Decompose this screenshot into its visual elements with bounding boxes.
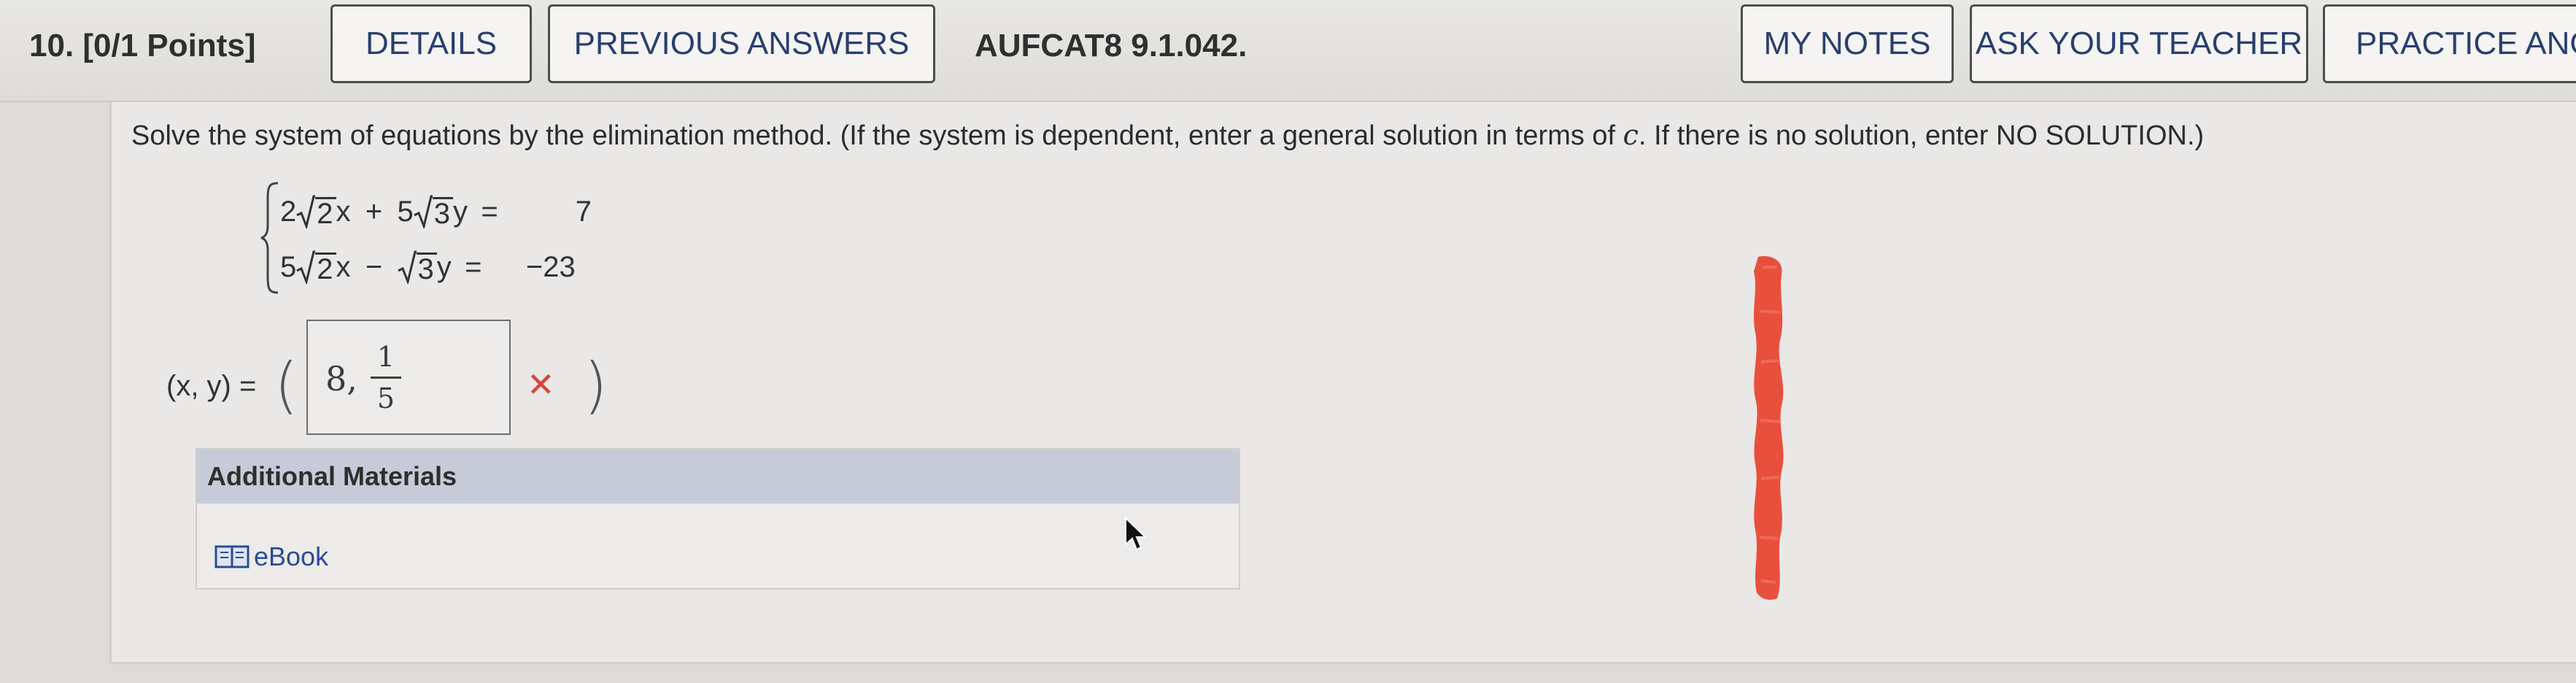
my-notes-button[interactable]: MY NOTES [1741,4,1954,83]
system-brace-icon [260,182,279,294]
eq1-radicand-y: 3 [432,197,453,228]
ask-your-teacher-button[interactable]: ASK YOUR TEACHER [1970,4,2308,83]
question-number: 10. [0/1 Points] [29,28,256,63]
eq2-term-x: 5 2 x [280,250,351,284]
radical-sign-icon [397,250,417,284]
answer-paren-left: ( [274,350,298,421]
radical-sign-icon [296,250,316,284]
eq1-operator: + [365,195,383,228]
ebook-link[interactable]: eBook [214,540,328,574]
eq1-coef-y: 5 [397,195,414,228]
equation-2: 5 2 x − 3 y = −23 [280,244,576,290]
eq2-operator: − [365,250,383,283]
ebook-label: eBook [254,541,329,571]
eq2-coef-x: 5 [280,250,297,283]
question-instructions: Solve the system of equations by the eli… [131,119,2204,152]
eq1-radicand-x: 2 [315,197,336,228]
red-scribble-mark [1754,256,1784,600]
eq1-equals: = [481,195,498,228]
previous-answers-button[interactable]: PREVIOUS ANSWERS [548,4,935,83]
answer-paren-right: ) [584,350,608,421]
eq2-radicand-x: 2 [315,252,336,284]
eq2-radical-y: 3 [397,250,437,284]
answer-fraction: 1 5 [371,340,401,415]
answer-fraction-denominator: 5 [376,382,395,414]
eq1-radical-y: 3 [414,195,453,228]
eq2-radicand-y: 3 [416,252,437,284]
eq1-rhs: 7 [575,195,592,228]
answer-fraction-numerator: 1 [376,341,395,373]
answer-input[interactable]: 8, 1 5 [306,320,511,435]
eq1-term-x: 2 2 x [280,195,351,228]
practice-another-button[interactable]: PRACTICE ANOTH [2323,4,2576,83]
radical-sign-icon [414,195,433,228]
incorrect-x-icon: ✕ [527,366,555,404]
eq2-radical-x: 2 [296,250,336,284]
instructions-text-1: Solve the system of equations by the eli… [131,120,1623,151]
answer-label: (x, y) = [166,369,257,402]
eq2-term-y: 3 y [397,250,452,284]
mouse-cursor-icon [1125,517,1148,551]
problem-code: AUFCAT8 9.1.042. [975,28,1248,63]
additional-materials-heading: Additional Materials [197,449,1239,503]
eq1-var-y: y [453,195,468,228]
equation-1: 2 2 x + 5 3 y = 7 [280,188,592,235]
question-header: 10. [0/1 Points] DETAILS PREVIOUS ANSWER… [0,0,2576,102]
eq1-term-y: 5 3 y [398,195,468,228]
eq2-equals: = [465,250,482,283]
eq2-var-y: y [436,250,452,283]
eq2-var-x: x [336,250,351,283]
additional-materials-panel: Additional Materials eBook [196,448,1240,590]
details-button[interactable]: DETAILS [330,4,532,83]
instructions-text-2: . If there is no solution, enter NO SOLU… [1638,120,2205,151]
fraction-bar [371,377,401,379]
eq1-coef-x: 2 [280,195,297,228]
eq1-radical-x: 2 [296,195,336,228]
answer-integer-part: 8, [325,359,357,398]
book-icon [214,545,250,568]
instructions-variable: c [1622,119,1639,151]
eq2-rhs: −23 [525,250,576,283]
eq1-var-x: x [336,195,351,228]
radical-sign-icon [296,195,316,228]
